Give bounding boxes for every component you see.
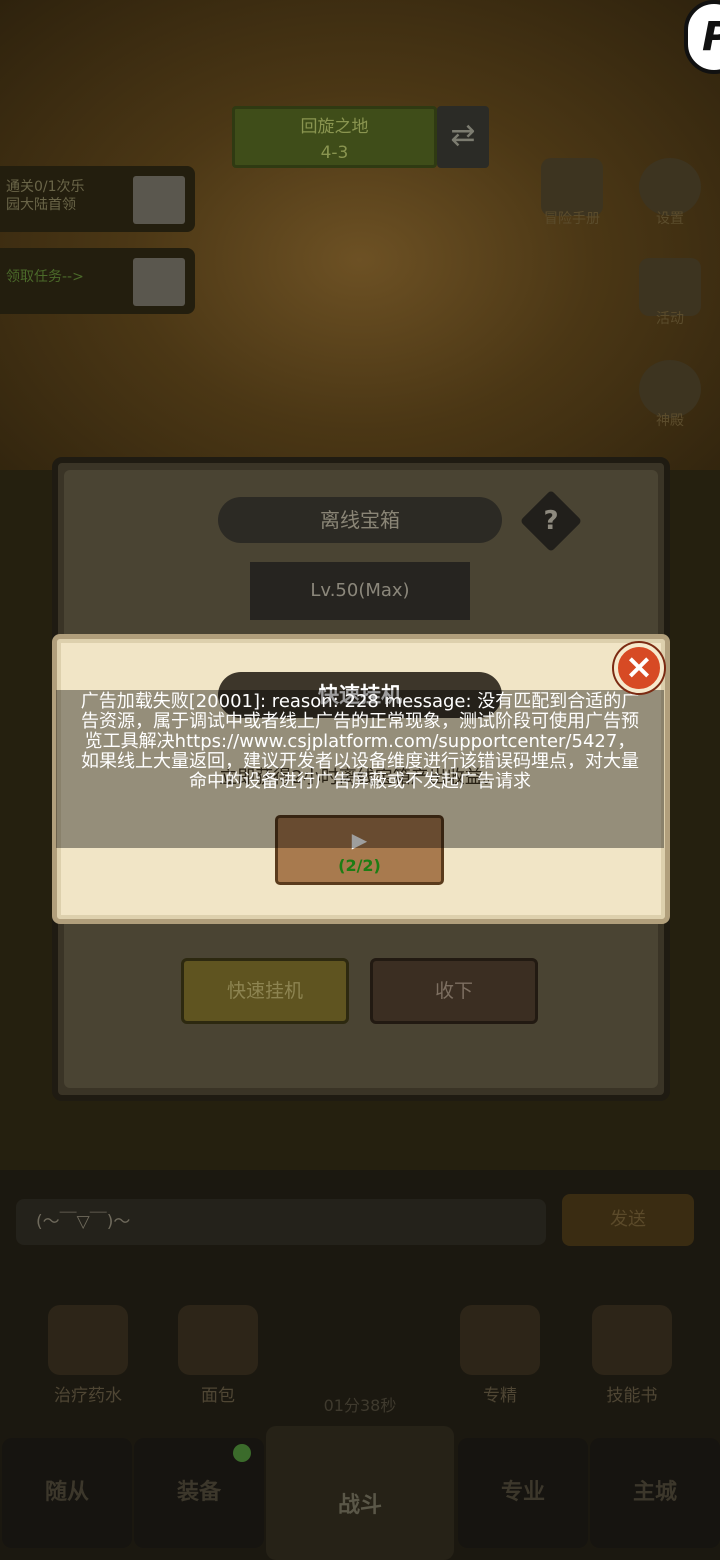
collect-button[interactable]: 收下 [370,958,538,1024]
quick-idle-button[interactable]: 快速挂机 [181,958,349,1024]
stage-number: 4-3 [320,143,349,163]
item-label: 面包 [201,1386,235,1406]
notification-dot [233,1444,251,1462]
quest-text: 通关0/1次乐 园大陆首领 [6,179,85,213]
bread-icon [178,1305,258,1375]
item-slot-bread[interactable]: 面包 [158,1295,278,1415]
item-label: 专精 [483,1386,517,1406]
close-icon: × [624,647,654,687]
potion-icon [48,1305,128,1375]
quest-card-boss[interactable]: 通关0/1次乐 园大陆首领 [0,166,195,232]
item-slot-potion[interactable]: 治疗药水 [28,1295,148,1415]
swap-stage-button[interactable]: ⇄ [437,106,489,168]
temple-label: 神殿 [656,413,684,429]
battle-timer: 01分38秒 [323,1396,397,1415]
item-label: 技能书 [606,1386,658,1406]
settings-button[interactable]: 设置 [630,158,710,238]
stage-banner[interactable]: 回旋之地 4-3 [232,106,437,168]
chest-level: Lv.50(Max) [250,562,470,620]
adventure-manual-button[interactable]: 冒险手册 [532,158,612,238]
video-remaining-count: (2/2) [338,856,381,875]
event-button[interactable]: 活动 [630,258,710,338]
ad-error-message: 广告加载失败[20001]: reason: 228 message: 没有匹配… [80,691,640,792]
temple-button[interactable]: 神殿 [630,360,710,440]
nav-tab-profession[interactable]: 专业 [458,1438,588,1548]
offline-chest-title: 离线宝箱 [218,497,502,543]
close-button[interactable]: × [614,643,664,693]
event-label: 活动 [656,311,684,327]
mastery-icon [460,1305,540,1375]
quest-reward-icon [133,258,185,306]
item-label: 治疗药水 [54,1386,122,1406]
nav-tab-battle[interactable]: 战斗 [266,1426,454,1560]
nav-tab-followers[interactable]: 随从 [2,1438,132,1548]
skillbook-icon [592,1305,672,1375]
swap-icon: ⇄ [450,118,476,153]
quest-reward-icon [133,176,185,224]
send-button[interactable]: 发送 [562,1194,694,1246]
item-slot-mastery[interactable]: 专精 [440,1295,560,1415]
help-icon: ? [543,506,559,536]
settings-label: 设置 [656,211,684,227]
stage-name: 回旋之地 [300,117,369,137]
quest-card-claim[interactable]: 领取任务--> [0,248,195,314]
chat-input[interactable]: (～￣▽￣)～ [16,1199,546,1245]
nav-tab-city[interactable]: 主城 [590,1438,720,1548]
game-scene-background [0,0,720,470]
adventure-manual-label: 冒险手册 [544,211,600,227]
item-slot-skillbook[interactable]: 技能书 [572,1295,692,1415]
